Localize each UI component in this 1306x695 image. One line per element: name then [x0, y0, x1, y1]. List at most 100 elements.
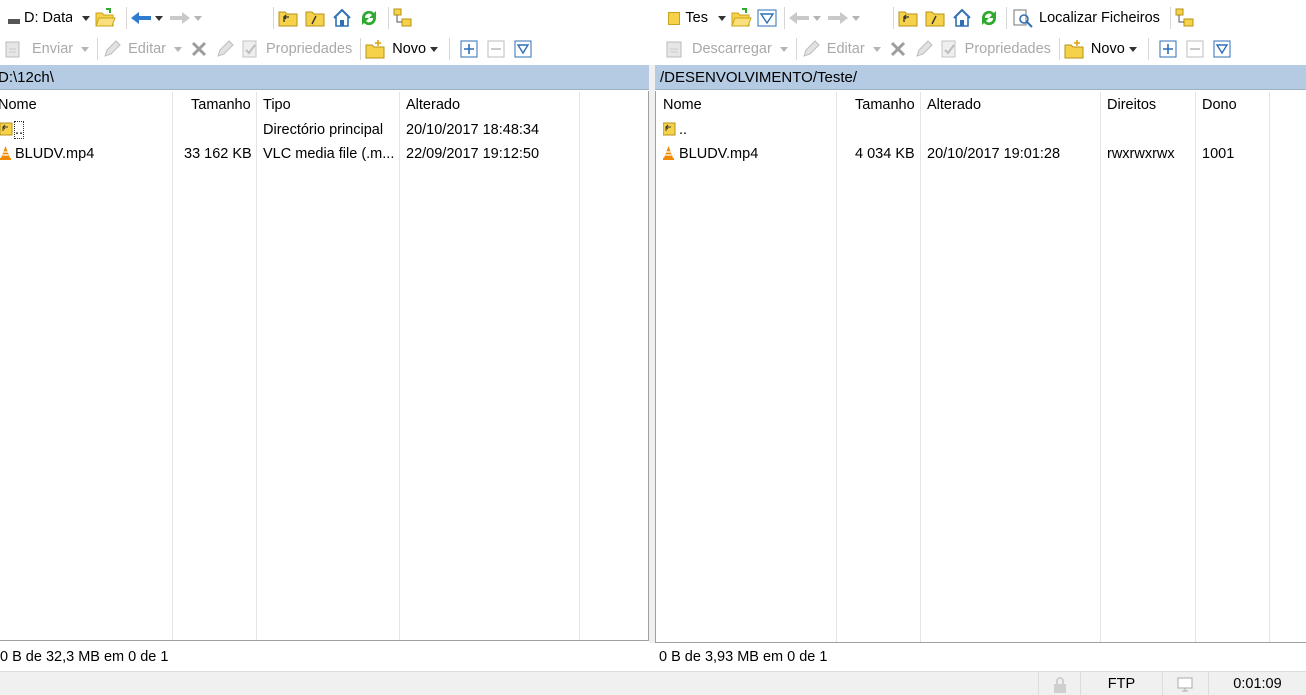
properties-button[interactable]: Propriedades [266, 41, 352, 57]
forward-dropdown-icon[interactable] [194, 15, 202, 21]
upload-dropdown-icon[interactable] [81, 46, 90, 52]
drive-selector[interactable]: D: Data [0, 6, 92, 30]
new-dropdown-icon[interactable] [430, 46, 439, 52]
delete-icon[interactable] [188, 38, 210, 60]
new-dropdown-icon[interactable] [1128, 46, 1137, 52]
new-folder-icon[interactable] [364, 38, 386, 60]
left-path: D:\12ch\ [0, 69, 54, 86]
left-col-modified[interactable]: Alterado [406, 97, 460, 113]
parent-folder-icon[interactable] [277, 7, 299, 29]
lock-icon [1052, 677, 1068, 695]
back-dropdown-icon[interactable] [155, 15, 163, 21]
expand-all-icon[interactable] [1157, 38, 1179, 60]
table-row[interactable]: BLUDV.mp4 4 034 KB 20/10/2017 19:01:28 r… [655, 143, 1306, 167]
download-button[interactable]: Descarregar [692, 41, 772, 57]
file-type: VLC media file (.m... [263, 146, 395, 162]
right-col-modified[interactable]: Alterado [927, 97, 981, 113]
home-icon[interactable] [331, 7, 353, 29]
edit-button[interactable]: Editar [827, 41, 865, 57]
download-icon[interactable] [664, 38, 686, 60]
table-row[interactable]: BLUDV.mp4 33 162 KB VLC media file (.m..… [0, 143, 648, 167]
forward-arrow-icon[interactable] [827, 7, 849, 29]
filter-icon[interactable] [756, 7, 778, 29]
site-selector[interactable]: Tes [666, 6, 728, 30]
drive-label: D: Data [24, 10, 72, 26]
forward-dropdown-icon[interactable] [852, 15, 860, 21]
download-dropdown-icon[interactable] [779, 46, 788, 52]
right-col-name[interactable]: Nome [663, 97, 702, 113]
home-icon[interactable] [951, 7, 973, 29]
file-rights: rwxrwxrwx [1107, 146, 1175, 162]
file-modified: 22/09/2017 19:12:50 [406, 146, 540, 162]
new-folder-icon[interactable] [1063, 38, 1085, 60]
parent-folder-icon[interactable] [897, 7, 919, 29]
find-files-button[interactable]: Localizar Ficheiros [1039, 10, 1160, 26]
tree-view-icon[interactable] [1174, 7, 1196, 29]
right-toolbar-row2: Descarregar Editar Propriedades Novo [664, 37, 1233, 61]
refresh-icon[interactable] [978, 7, 1000, 29]
connection-cell [1162, 672, 1208, 695]
table-row[interactable]: .. [655, 119, 1306, 143]
left-col-name[interactable]: Nome [0, 97, 37, 113]
protocol-label: FTP [1107, 676, 1136, 692]
new-button[interactable]: Novo [392, 41, 426, 57]
site-label: Tes [685, 10, 708, 26]
rename-icon[interactable] [214, 38, 236, 60]
find-files-icon[interactable] [1012, 7, 1034, 29]
right-col-owner[interactable]: Dono [1202, 97, 1237, 113]
file-size: 33 162 KB [184, 146, 252, 162]
file-type: Directório principal [263, 122, 384, 138]
chevron-down-icon [718, 15, 726, 21]
parent-folder-icon [662, 121, 677, 141]
root-folder-icon[interactable] [304, 7, 326, 29]
back-arrow-icon[interactable] [130, 7, 152, 29]
right-path: /DESENVOLVIMENTO/Teste/ [660, 69, 857, 86]
elapsed-cell: 0:01:09 [1208, 672, 1306, 695]
file-owner: 1001 [1202, 146, 1235, 162]
tree-view-icon[interactable] [392, 7, 414, 29]
refresh-icon[interactable] [358, 7, 380, 29]
properties-button[interactable]: Propriedades [965, 41, 1051, 57]
open-folder-icon[interactable] [730, 7, 752, 29]
rename-icon[interactable] [913, 38, 935, 60]
left-toolbar-row2: Enviar Editar Propriedades Novo [0, 37, 534, 61]
properties-icon[interactable] [239, 38, 261, 60]
collapse-all-icon[interactable] [485, 38, 507, 60]
open-folder-icon[interactable] [94, 7, 116, 29]
file-name: .. [679, 122, 688, 138]
edit-dropdown-icon[interactable] [174, 46, 182, 52]
connection-icon [1176, 677, 1196, 695]
left-status: 0 B de 32,3 MB em 0 de 1 [0, 649, 169, 665]
upload-icon[interactable] [2, 38, 24, 60]
left-col-type[interactable]: Tipo [263, 97, 291, 113]
right-col-rights[interactable]: Direitos [1107, 97, 1156, 113]
delete-icon[interactable] [887, 38, 909, 60]
back-dropdown-icon[interactable] [813, 15, 821, 21]
properties-icon[interactable] [938, 38, 960, 60]
left-toolbar-row1: D: Data [0, 5, 414, 31]
filter-icon[interactable] [1211, 38, 1233, 60]
right-file-list[interactable] [655, 91, 1306, 643]
right-path-bar[interactable]: /DESENVOLVIMENTO/Teste/ [655, 65, 1306, 90]
forward-arrow-icon[interactable] [169, 7, 191, 29]
edit-button[interactable]: Editar [128, 41, 166, 57]
root-folder-icon[interactable] [924, 7, 946, 29]
table-row[interactable]: .. Directório principal 20/10/2017 18:48… [0, 119, 648, 143]
new-button[interactable]: Novo [1091, 41, 1125, 57]
edit-dropdown-icon[interactable] [872, 46, 881, 52]
expand-all-icon[interactable] [458, 38, 480, 60]
left-file-list[interactable] [0, 91, 649, 641]
filter-icon[interactable] [512, 38, 534, 60]
upload-button[interactable]: Enviar [32, 41, 73, 57]
right-toolbar-row1: Tes Localizar Ficheiros [666, 5, 1196, 31]
left-path-bar[interactable]: D:\12ch\ [0, 65, 649, 90]
file-name: BLUDV.mp4 [15, 146, 95, 162]
elapsed-time: 0:01:09 [1233, 676, 1282, 692]
edit-icon[interactable] [101, 38, 123, 60]
vlc-icon [663, 146, 674, 164]
edit-icon[interactable] [800, 38, 822, 60]
back-arrow-icon[interactable] [788, 7, 810, 29]
collapse-all-icon[interactable] [1184, 38, 1206, 60]
right-col-size[interactable]: Tamanho [855, 97, 915, 113]
left-col-size[interactable]: Tamanho [191, 97, 251, 113]
